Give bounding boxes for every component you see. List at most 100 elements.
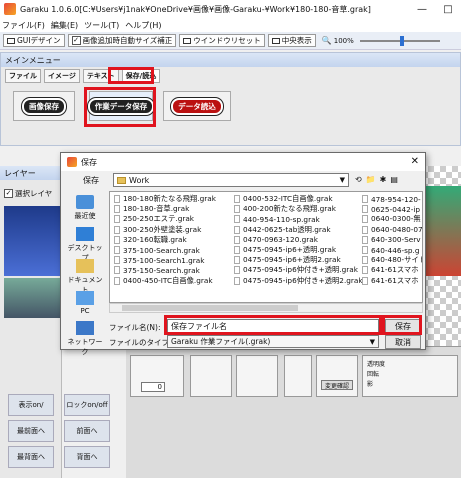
center-display-button[interactable]: 中央表示 <box>267 34 316 47</box>
file-name: 0400-450-ITC自画像.grak <box>123 275 213 285</box>
maximize-button[interactable]: □ <box>435 0 461 18</box>
layer-thumbnail[interactable] <box>4 278 60 318</box>
place-documents[interactable]: ドキュメント <box>65 259 105 295</box>
file-icon <box>234 276 240 285</box>
file-item[interactable]: 180-180新たなる飛翔.grak <box>114 194 216 204</box>
file-icon <box>362 215 368 224</box>
file-icon <box>362 205 368 214</box>
desktop-icon <box>76 227 94 241</box>
place-network[interactable]: ネットワーク <box>65 321 105 357</box>
file-icon <box>362 256 368 265</box>
file-item[interactable]: 375-100-Search.grak <box>114 245 216 255</box>
zoom-level: 100% <box>333 36 354 45</box>
file-item[interactable]: 400-200新たなる飛翔.grak <box>234 204 363 214</box>
window-title: Garaku 1.0.6.0[C:¥Users¥j1nak¥OneDrive¥画… <box>20 4 371 14</box>
menu-help[interactable]: ヘルプ(H) <box>125 20 161 31</box>
place-recent[interactable]: 最近使 <box>65 195 105 221</box>
horizontal-scrollbar[interactable] <box>109 303 423 313</box>
highlight-save-button <box>382 315 422 335</box>
file-name: 0442-0625-tab透明.grak <box>243 224 331 234</box>
bring-forward-button[interactable]: 前面へ <box>64 420 110 442</box>
file-name: 400-200新たなる飛翔.grak <box>243 204 336 214</box>
place-desktop[interactable]: デスクトップ <box>65 227 105 263</box>
file-item[interactable]: 0475-0945-ip6仲付き+透明.grak <box>234 265 363 275</box>
file-item[interactable]: 0640-0480-07 <box>362 225 423 235</box>
filetype-value: Garaku 作業ファイル(.grak) <box>171 337 271 346</box>
file-item[interactable]: 0475-0945-ip6仲付き+透明2.grak <box>234 276 363 286</box>
file-item[interactable]: 0475-0945-ip6+透明2.grak <box>234 255 363 265</box>
tab-image[interactable]: イメージ <box>44 69 80 83</box>
file-item[interactable]: 0475-0945-ip6+透明.grak <box>234 245 363 255</box>
convert-button[interactable]: 変更確認 <box>321 380 353 390</box>
file-icon <box>234 225 240 234</box>
main-menu-panel: メインメニュー ファイル イメージ テキスト 保存/読込 画像保存 作業データ保… <box>0 52 461 146</box>
file-item[interactable]: 180-180-音草.grak <box>114 204 216 214</box>
file-item[interactable]: 320-160転職.grak <box>114 235 216 245</box>
file-icon <box>234 195 240 204</box>
file-icon <box>362 246 368 255</box>
file-list: 180-180新たなる飛翔.grak 180-180-音草.grak 250-250… <box>109 191 423 303</box>
file-icon <box>114 266 120 275</box>
location-select[interactable]: Work ▼ <box>113 173 349 187</box>
file-item[interactable]: 0400-450-ITC自画像.grak <box>114 276 216 286</box>
place-pc[interactable]: PC <box>65 291 105 315</box>
file-item[interactable]: 0400-532-ITC自画像.grak <box>234 194 363 204</box>
file-item[interactable]: 640-480-サイト <box>362 255 422 265</box>
window-reset-label: ウインドウリセット <box>193 36 261 45</box>
menu-tools[interactable]: ツール(T) <box>84 20 119 31</box>
minimize-button[interactable]: — <box>409 0 435 18</box>
scrollbar-thumb[interactable] <box>122 305 298 311</box>
up-folder-icon[interactable]: 📁 <box>366 175 376 184</box>
file-item[interactable]: 440-954-110-sp.grak <box>234 214 363 224</box>
file-icon <box>114 225 120 234</box>
pc-icon <box>76 291 94 305</box>
close-icon[interactable]: ✕ <box>411 156 419 167</box>
send-backward-button[interactable]: 背面へ <box>64 446 110 468</box>
file-item[interactable]: 478-954-120- <box>362 194 422 204</box>
file-item[interactable]: 0442-0625-tab透明.grak <box>234 225 363 235</box>
data-load-button[interactable]: データ読込 <box>163 91 231 121</box>
file-icon <box>362 235 368 244</box>
select-layer-checkbox[interactable]: ✓ 選択レイヤ <box>4 188 52 199</box>
back-icon[interactable]: ⟲ <box>355 175 362 184</box>
file-name: 0640-0480-07 <box>371 225 423 235</box>
file-name: 320-160転職.grak <box>123 234 187 244</box>
bring-to-front-button[interactable]: 最前面へ <box>8 420 54 442</box>
file-icon <box>362 266 368 275</box>
window-reset-button[interactable]: ウインドウリセット <box>179 34 265 47</box>
file-item[interactable]: 375-100-Search1.grak <box>114 255 216 265</box>
file-item[interactable]: 0470-0963-120.grak <box>234 235 363 245</box>
zoom-slider[interactable] <box>359 35 440 46</box>
file-item[interactable]: 0640-0300-無 <box>362 214 422 224</box>
send-to-back-button[interactable]: 最背面へ <box>8 446 54 468</box>
network-icon <box>76 321 94 335</box>
visibility-toggle-button[interactable]: 表示on/ <box>8 394 54 416</box>
tab-file[interactable]: ファイル <box>5 69 41 83</box>
zoom-slider-thumb[interactable] <box>399 35 404 46</box>
file-item[interactable]: 375-150-Search.grak <box>114 265 216 275</box>
number-spinner[interactable]: 0 <box>141 382 165 392</box>
menu-edit[interactable]: 編集(E) <box>51 20 78 31</box>
image-save-button[interactable]: 画像保存 <box>13 91 75 121</box>
file-name: 300-250外壁塗装.grak <box>123 224 202 234</box>
file-item[interactable]: 250-250エステ.grak <box>114 214 216 224</box>
cancel-button[interactable]: 取消 <box>385 335 421 349</box>
new-folder-icon[interactable]: ✱ <box>380 175 387 184</box>
file-item[interactable]: 641-61スマホ <box>362 265 422 275</box>
file-item[interactable]: 300-250外壁塗装.grak <box>114 225 216 235</box>
lock-toggle-button[interactable]: ロックon/off <box>64 394 110 416</box>
auto-resize-checkbox[interactable]: ✓ 画像追加時自動サイズ補正 <box>67 34 177 47</box>
layer-thumbnail[interactable] <box>4 206 60 276</box>
file-item[interactable]: 640-300-Serv <box>362 235 422 245</box>
shadow-label: 影 <box>367 381 374 388</box>
chevron-down-icon: ▼ <box>339 176 345 184</box>
file-item[interactable]: 640-446-sp.g <box>362 245 422 255</box>
file-item[interactable]: 641-61スマホ <box>362 276 422 286</box>
canvas-image <box>421 186 461 276</box>
file-item[interactable]: 0625-0442-ip <box>362 204 422 214</box>
view-menu-icon[interactable]: ▤ <box>390 175 398 184</box>
menu-file[interactable]: ファイル(F) <box>2 20 45 31</box>
menu-bar: ファイル(F) 編集(E) ツール(T) ヘルプ(H) <box>0 18 461 32</box>
filetype-select[interactable]: Garaku 作業ファイル(.grak) ▼ <box>167 335 379 348</box>
gui-design-button[interactable]: GUIデザイン <box>3 34 65 47</box>
